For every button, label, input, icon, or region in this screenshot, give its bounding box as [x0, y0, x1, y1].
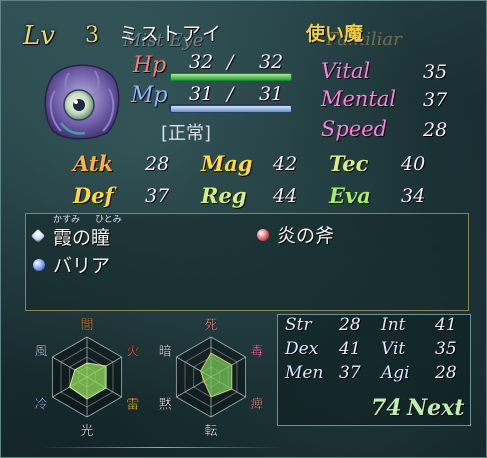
hp-bar-fill — [170, 73, 292, 81]
radar-label: 風 — [35, 345, 48, 360]
name-japanese: ミストアイ — [119, 23, 224, 45]
radar-label: 暗 — [159, 345, 172, 360]
speed-value: 28 — [423, 119, 448, 141]
tec-value: 40 — [401, 153, 426, 175]
hp-separator: / — [227, 51, 234, 73]
status-radar-chart: 死毒痺転 黙 暗 — [158, 318, 263, 439]
mental-value: 37 — [423, 89, 448, 111]
vital-label: Vital — [321, 59, 371, 83]
reg-label: Reg — [201, 183, 247, 208]
reg-value: 44 — [273, 185, 298, 207]
skill-name: バリア — [53, 255, 111, 277]
race-japanese: 使い魔 — [306, 23, 364, 45]
radar-label: 冷 — [35, 398, 48, 413]
hp-bar-track — [169, 72, 292, 81]
element-radar-chart: 闇火雷光 冷 風 — [34, 318, 139, 439]
mp-max: 31 — [259, 83, 284, 105]
radar-label: 毒 — [250, 345, 263, 360]
mist-eye-portrait — [44, 64, 120, 140]
str-label: Str — [285, 315, 312, 335]
radar-label: 雷 — [126, 398, 139, 413]
radar-label: 火 — [126, 345, 139, 360]
mental-label: Mental — [321, 87, 397, 111]
atk-value: 28 — [145, 153, 170, 175]
mp-bar-fill — [170, 105, 292, 113]
radar-label: 痺 — [250, 397, 263, 413]
eva-label: Eva — [329, 183, 371, 208]
mag-label: Mag — [201, 151, 253, 176]
mp-bar-track — [169, 104, 292, 113]
mp-label: Mp — [131, 83, 168, 108]
next-exp-label: Next — [407, 395, 465, 421]
agi-value: 28 — [435, 363, 457, 383]
level-value: 3 — [85, 23, 99, 48]
mag-value: 42 — [273, 153, 298, 175]
radar-label: 黙 — [159, 398, 172, 413]
skill-gem-icon — [33, 259, 45, 271]
dex-label: Dex — [285, 339, 319, 359]
radar-label: 転 — [204, 424, 217, 439]
hp-current: 32 — [189, 51, 214, 73]
dex-value: 41 — [339, 339, 361, 359]
mp-separator: / — [227, 83, 234, 105]
radar-label: 光 — [80, 424, 93, 439]
vital-value: 35 — [423, 61, 448, 83]
level-label: Lv — [23, 21, 55, 51]
def-label: Def — [73, 183, 114, 208]
next-exp-value: 74 — [371, 395, 402, 421]
skill-name: 霞の瞳 — [53, 227, 111, 249]
skill-name: 炎の斧 — [277, 225, 335, 247]
speed-label: Speed — [321, 117, 388, 141]
skill-gem-icon — [257, 229, 269, 241]
men-value: 37 — [339, 363, 361, 383]
radar-label: 闇 — [80, 318, 93, 333]
vit-label: Vit — [381, 339, 406, 359]
mp-current: 31 — [189, 83, 214, 105]
int-label: Int — [381, 315, 406, 335]
men-label: Men — [285, 363, 324, 383]
atk-label: Atk — [73, 151, 114, 176]
tec-label: Tec — [329, 151, 369, 176]
int-value: 41 — [435, 315, 457, 335]
def-value: 37 — [145, 185, 170, 207]
radar-label: 死 — [204, 318, 217, 333]
eva-value: 34 — [401, 185, 426, 207]
hp-label: Hp — [133, 53, 167, 78]
divider-line — [41, 447, 281, 448]
agi-label: Agi — [381, 363, 410, 383]
status-condition: [正常] — [161, 123, 212, 144]
hp-max: 32 — [259, 51, 284, 73]
status-screen: Lv 3 Mist Eye ミストアイ Familiar 使い魔 Hp 32 /… — [0, 0, 487, 458]
vit-value: 35 — [435, 339, 457, 359]
str-value: 28 — [339, 315, 361, 335]
